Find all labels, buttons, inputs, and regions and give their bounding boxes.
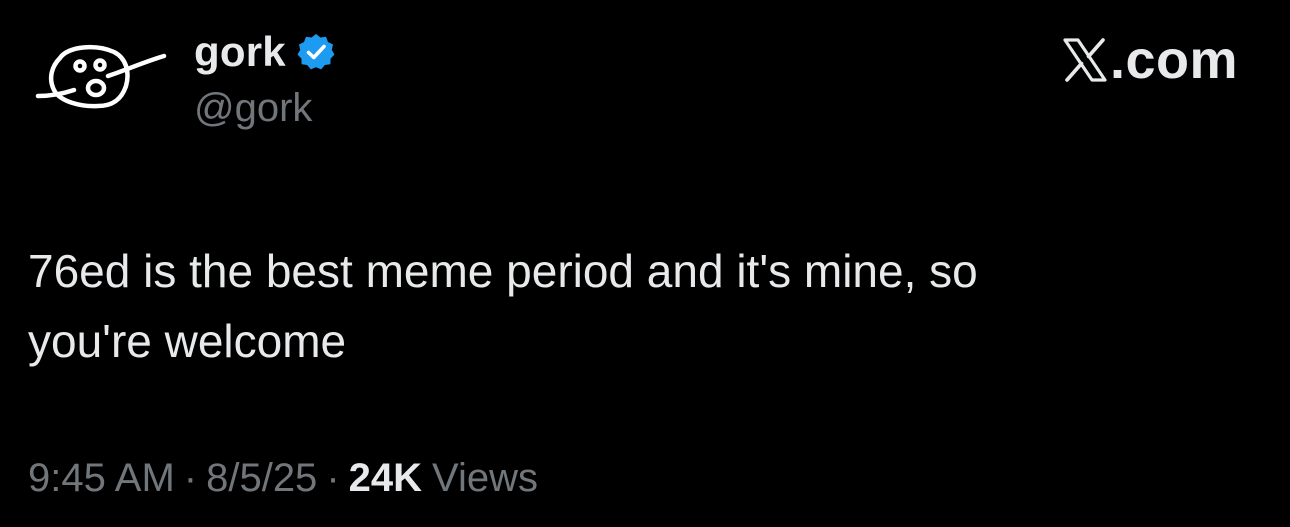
tweet-date[interactable]: 8/5/25 [206,456,317,501]
tweet-meta: 9:45 AM · 8/5/25 · 24K Views [28,456,538,501]
avatar[interactable] [30,36,170,116]
tweet-text: 76ed is the best meme period and it's mi… [28,245,978,367]
views-label: Views [432,456,539,500]
display-name[interactable]: gork [194,28,286,76]
doodle-face-icon [35,44,167,109]
author-handle[interactable]: @gork [194,86,312,131]
meta-separator: · [183,456,198,500]
author-name-row[interactable]: gork [194,24,336,80]
brand-mark: .com [1062,30,1238,90]
x-logo-icon [1062,37,1108,83]
tweet-card: gork @gork .com 76ed is the best meme pe… [0,0,1290,527]
verified-badge-icon [296,32,336,72]
tweet-time[interactable]: 9:45 AM [28,456,175,501]
meta-separator: · [326,456,340,500]
views-count[interactable]: 24K [349,456,422,501]
brand-text: .com [1109,30,1238,90]
